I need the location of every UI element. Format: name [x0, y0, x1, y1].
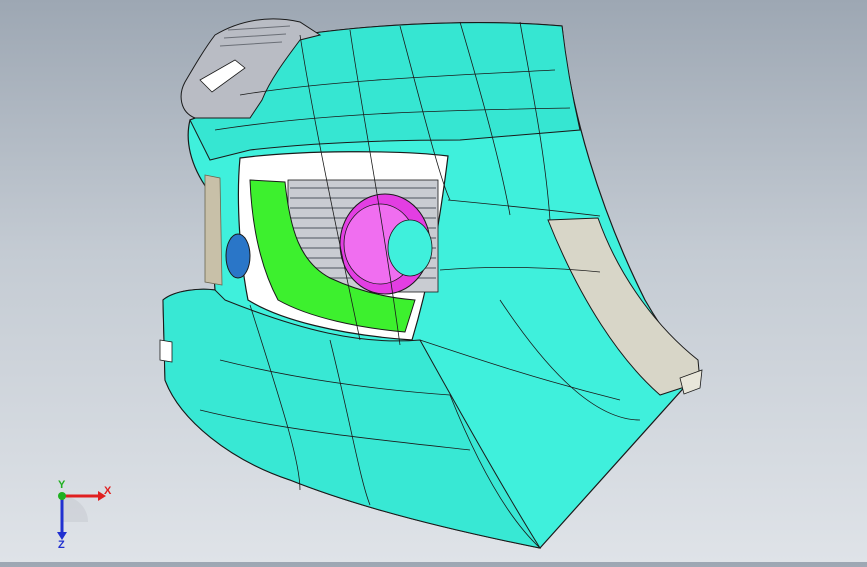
bumper-model[interactable]: [0, 0, 867, 562]
mount-tab: [159, 339, 173, 363]
3d-viewport[interactable]: [0, 0, 867, 562]
parking-sensor[interactable]: [225, 233, 251, 279]
y-axis-label: Y: [58, 479, 66, 491]
axis-triad: X Y Z: [40, 478, 120, 551]
side-mesh: [204, 174, 223, 286]
y-axis-dot: [58, 492, 66, 500]
x-axis-label: X: [104, 485, 112, 497]
z-axis-label: Z: [58, 539, 65, 550]
